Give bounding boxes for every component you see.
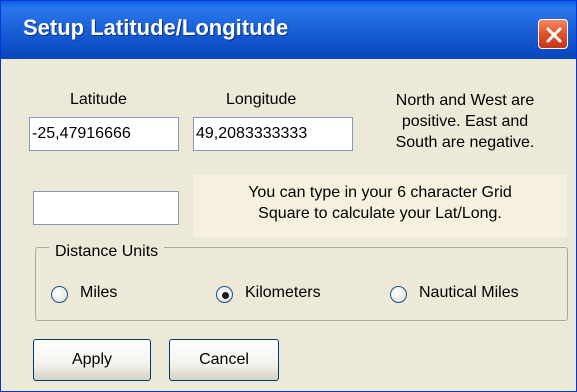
note-line: South are negative. [395,134,535,151]
distance-units-legend: Distance Units [49,243,165,261]
window-title: Setup Latitude/Longitude [23,15,289,40]
close-icon [546,27,562,43]
radio-circle[interactable] [216,286,233,303]
setup-lat-long-dialog: Setup Latitude/Longitude Latitude -25,47… [0,0,577,392]
title-bar[interactable]: Setup Latitude/Longitude [1,1,576,59]
radio-selected-dot [222,292,229,299]
note-line: positive. East and [401,113,529,130]
cancel-button[interactable]: Cancel [169,339,279,381]
radio-label[interactable]: Miles [80,284,117,302]
latitude-label: Latitude [70,91,127,108]
radio-circle[interactable] [51,286,68,303]
radio-label[interactable]: Nautical Miles [419,284,519,302]
grid-square-input[interactable] [33,191,179,225]
hint-line: You can type in your 6 character Grid [248,184,512,201]
longitude-label: Longitude [226,91,297,108]
longitude-input[interactable]: 49,2083333333 [193,117,353,151]
sign-convention-note: North and West are positive. East and So… [361,90,569,153]
radio-circle[interactable] [390,286,407,303]
hint-line: Square to calculate your Lat/Long. [258,205,502,222]
note-line: North and West are [395,92,535,109]
close-button[interactable] [538,19,568,49]
latitude-input[interactable]: -25,47916666 [29,117,179,151]
radio-label[interactable]: Kilometers [245,284,321,302]
apply-button[interactable]: Apply [33,339,151,381]
grid-square-hint: You can type in your 6 character Grid Sq… [193,175,567,237]
